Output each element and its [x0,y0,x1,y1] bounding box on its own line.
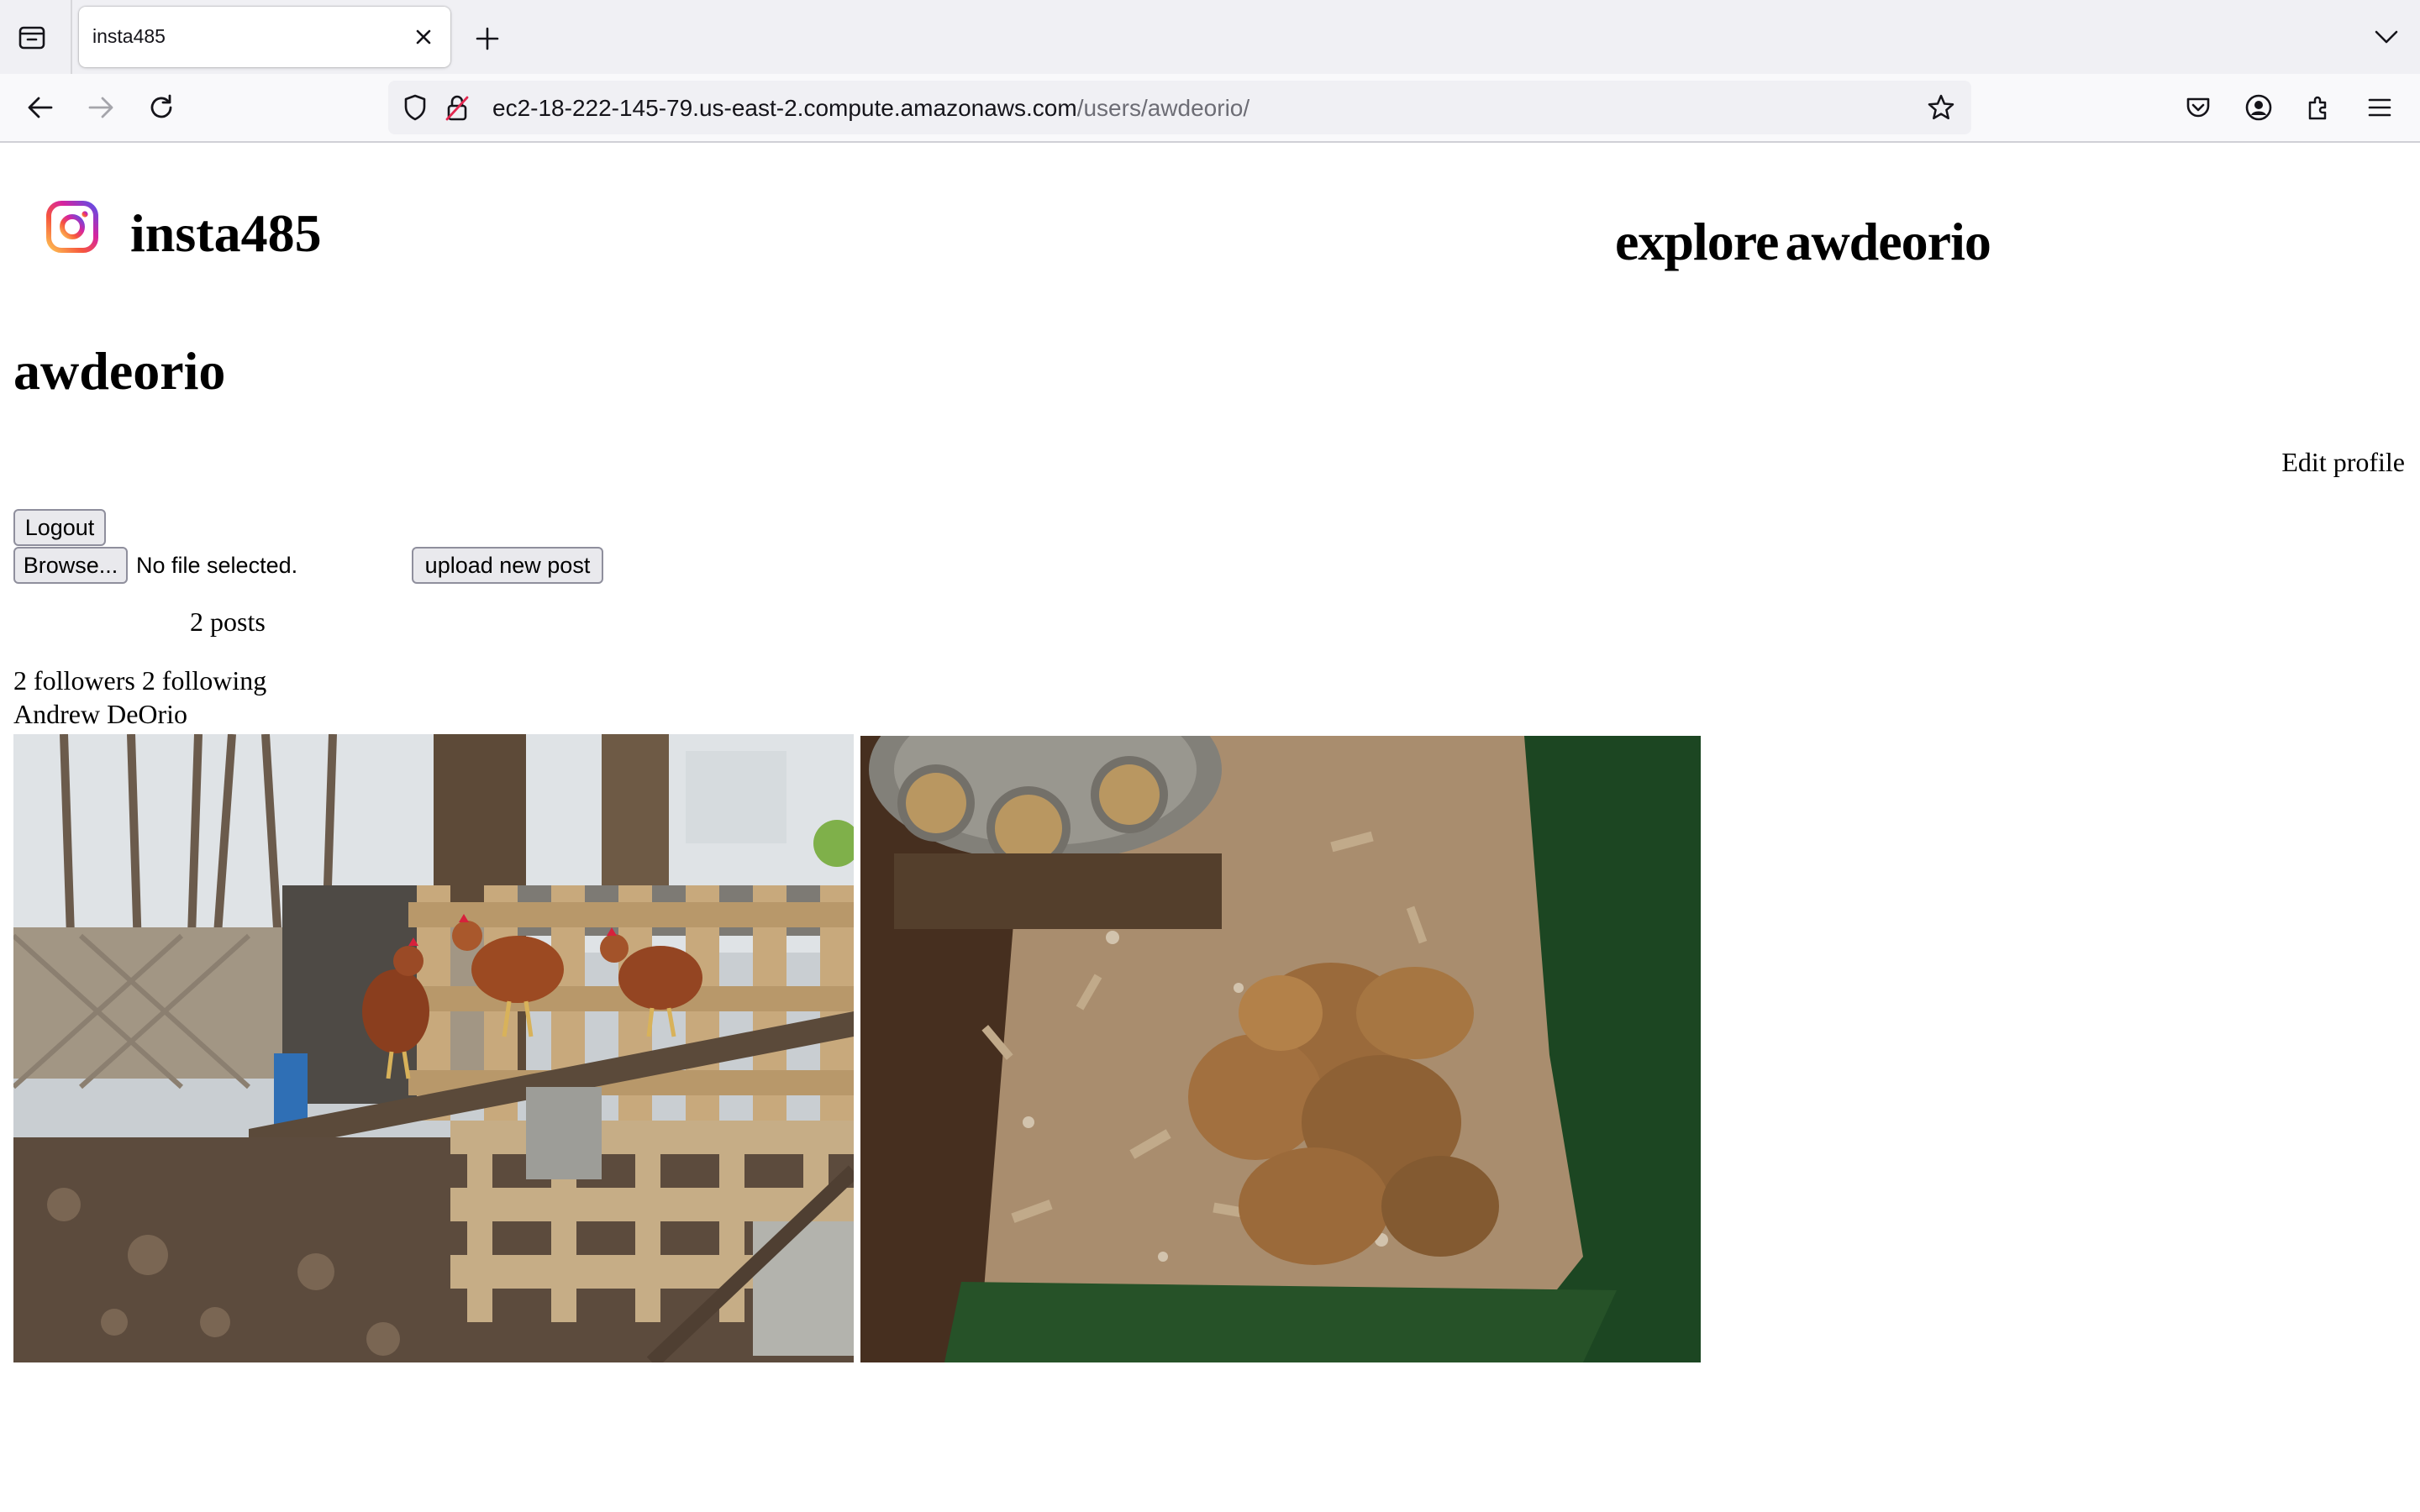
account-icon[interactable] [2240,89,2277,126]
followers-link[interactable]: 2 followers [13,665,135,696]
bookmark-star-icon[interactable] [1926,92,1956,123]
tab-title: insta485 [92,25,166,47]
chickens-on-perch-photo [13,734,854,1362]
profile-full-name: Andrew DeOrio [13,699,188,729]
url-text: ec2-18-222-145-79.us-east-2.compute.amaz… [492,95,1249,122]
profile-username: awdeorio [13,341,226,401]
file-selection-status: No file selected. [136,553,298,578]
tab-separator [71,0,72,74]
url-path: /users/awdeorio/ [1076,95,1250,121]
posts-count: 2 posts [190,606,266,637]
post-image-chicks-in-brooder[interactable] [860,736,1701,1362]
nav-explore-link[interactable]: explore [1615,212,1779,271]
back-arrow-icon[interactable] [22,89,59,126]
nav-user-link[interactable]: awdeorio [1785,212,1991,271]
extensions-puzzle-icon[interactable] [2301,89,2338,126]
tracking-protection-shield-icon[interactable] [400,92,430,123]
file-browse-button[interactable]: Browse... [13,547,128,584]
tab-close-icon[interactable] [408,22,439,52]
insecure-lock-icon[interactable] [442,92,472,123]
follow-stats: 2 followers 2 following [13,667,266,694]
post-image-chickens-on-perch[interactable] [13,734,854,1362]
new-tab-plus-icon[interactable] [471,22,504,55]
tab-list-icon[interactable] [15,22,49,52]
header-nav: explore awdeorio [1615,215,1991,269]
browser-tab-bar: insta485 [0,0,2420,74]
edit-profile-link[interactable]: Edit profile [2281,449,2405,475]
logout-button[interactable]: Logout [13,509,106,546]
hamburger-menu-icon[interactable] [2361,89,2398,126]
site-title[interactable]: insta485 [130,207,322,260]
reload-icon[interactable] [143,89,180,126]
browser-nav-bar: ec2-18-222-145-79.us-east-2.compute.amaz… [0,74,2420,143]
forward-arrow-icon[interactable] [82,89,119,126]
chicks-in-brooder-photo [860,736,1701,1362]
list-all-tabs-chevron-icon[interactable] [2370,20,2403,54]
page-content: insta485 explore awdeorio awdeorio Edit p… [0,143,2420,1512]
address-bar[interactable]: ec2-18-222-145-79.us-east-2.compute.amaz… [388,81,1971,134]
upload-post-button[interactable]: upload new post [412,547,603,584]
url-host: ec2-18-222-145-79.us-east-2.compute.amaz… [492,95,1077,121]
browser-tab-active[interactable]: insta485 [79,7,450,67]
pocket-icon[interactable] [2180,89,2217,126]
instagram-logo-icon[interactable] [45,200,99,254]
following-link[interactable]: 2 following [142,665,266,696]
